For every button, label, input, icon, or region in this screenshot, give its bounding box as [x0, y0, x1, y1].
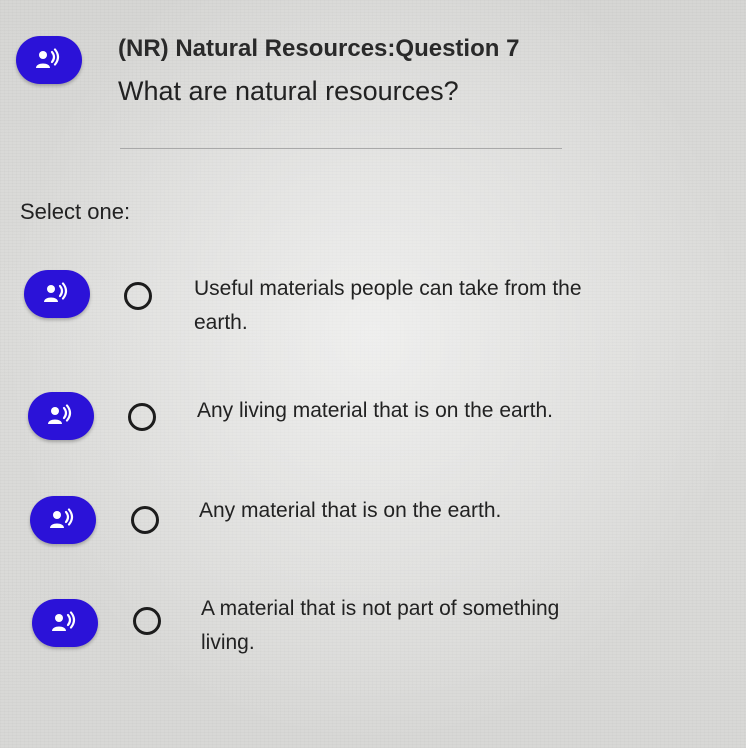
option-label-2: Any living material that is on the earth… — [197, 399, 554, 422]
option-label-1: Useful materials people can take from th… — [194, 277, 582, 334]
question-text: What are natural resources? — [118, 76, 459, 106]
option-label-4: A material that is not part of something… — [201, 597, 560, 654]
option-radio-3[interactable] — [131, 506, 159, 534]
speaker-person-icon — [50, 508, 74, 528]
option-radio-4[interactable] — [133, 607, 161, 635]
option-audio-button-3[interactable] — [30, 496, 96, 544]
option-label-3: Any material that is on the earth. — [199, 499, 502, 522]
question-title: (NR) Natural Resources:Question 7 — [118, 35, 520, 62]
speaker-person-icon — [48, 404, 72, 424]
option-radio-1[interactable] — [124, 282, 152, 310]
option-audio-button-1[interactable] — [24, 270, 90, 318]
divider — [120, 148, 562, 149]
speaker-person-icon — [36, 48, 60, 68]
option-radio-2[interactable] — [128, 403, 156, 431]
option-audio-button-2[interactable] — [28, 392, 94, 440]
question-audio-button[interactable] — [16, 36, 82, 84]
speaker-person-icon — [44, 282, 68, 302]
select-one-label: Select one: — [20, 199, 131, 224]
speaker-person-icon — [52, 611, 76, 631]
option-audio-button-4[interactable] — [32, 599, 98, 647]
